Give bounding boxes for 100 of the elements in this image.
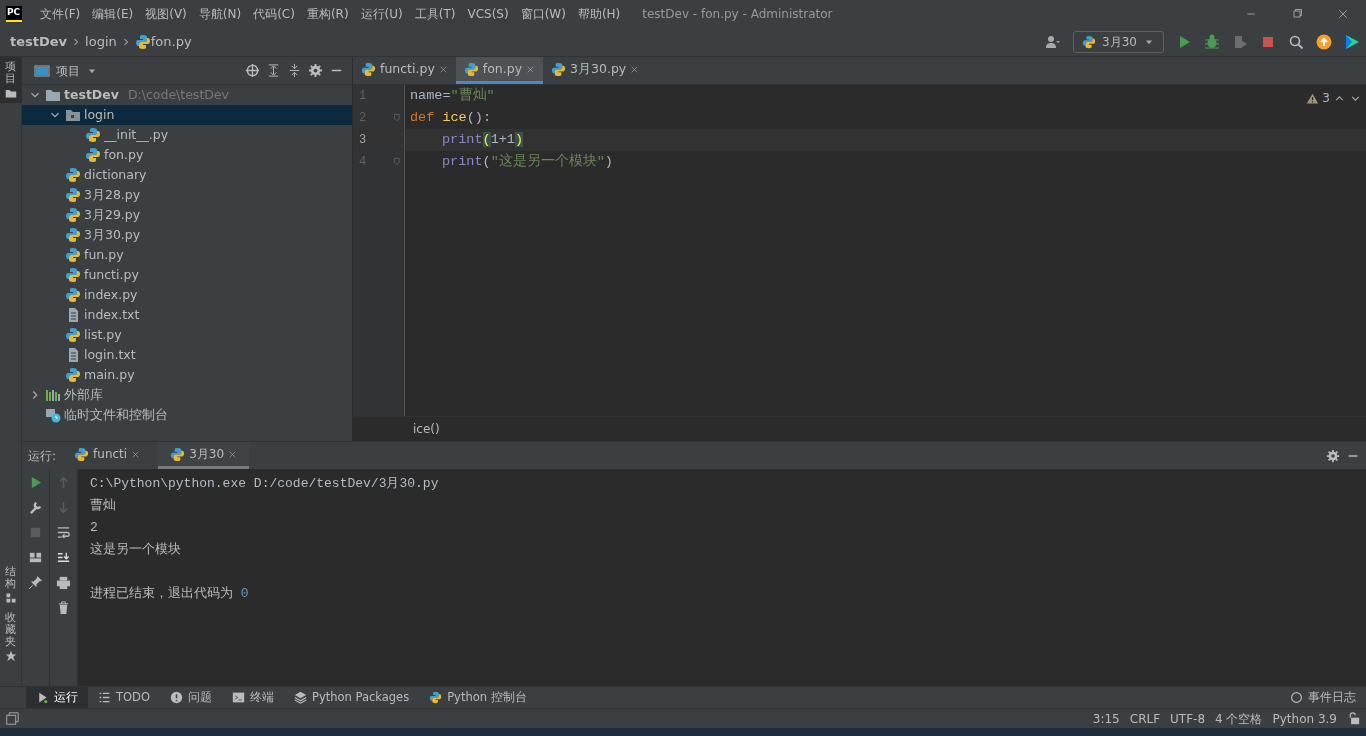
print-icon[interactable] bbox=[56, 575, 71, 590]
tree-item[interactable]: login bbox=[22, 105, 352, 125]
python-file-icon bbox=[65, 367, 81, 383]
python-file-icon bbox=[463, 61, 479, 77]
breadcrumb-item[interactable]: fon.py bbox=[150, 32, 192, 52]
tree-item[interactable]: list.py bbox=[22, 325, 352, 345]
settings-icon[interactable] bbox=[1326, 448, 1340, 463]
tree-item[interactable]: main.py bbox=[22, 365, 352, 385]
side-tool-tab[interactable]: 项目 bbox=[0, 57, 22, 104]
tree-item[interactable]: fun.py bbox=[22, 245, 352, 265]
status-item[interactable]: 3:15 bbox=[1092, 709, 1120, 728]
side-tool-tab[interactable]: 结构 bbox=[0, 561, 22, 608]
trash-icon[interactable] bbox=[56, 600, 71, 615]
tree-item[interactable]: index.txt bbox=[22, 305, 352, 325]
breadcrumb-item[interactable]: login bbox=[85, 32, 117, 52]
stop-icon[interactable] bbox=[1260, 34, 1276, 50]
menu-item[interactable]: 代码(C) bbox=[247, 5, 301, 23]
tree-item[interactable]: 外部库 bbox=[22, 385, 352, 405]
scratch-icon bbox=[45, 407, 61, 423]
run-tab[interactable]: 3月30 bbox=[158, 442, 250, 469]
python-file-icon bbox=[65, 167, 81, 183]
tree-item[interactable]: 3月30.py bbox=[22, 225, 352, 245]
list-icon bbox=[98, 691, 111, 704]
python-file-icon bbox=[65, 247, 81, 263]
locate-icon[interactable] bbox=[245, 63, 260, 78]
code-breadcrumb[interactable]: ice() bbox=[413, 420, 440, 438]
library-icon bbox=[45, 387, 61, 403]
menu-item[interactable]: 窗口(W) bbox=[514, 5, 572, 23]
star-icon bbox=[4, 650, 17, 662]
menu-item[interactable]: 编辑(E) bbox=[86, 5, 140, 23]
app-logo: PC bbox=[6, 6, 22, 22]
status-item[interactable]: CRLF bbox=[1129, 709, 1161, 728]
tree-item[interactable]: testDev D:\code\testDev bbox=[22, 85, 352, 105]
event-log-button[interactable]: 事件日志 bbox=[1280, 686, 1366, 709]
tree-item[interactable]: 3月29.py bbox=[22, 205, 352, 225]
user-icon[interactable] bbox=[1045, 34, 1062, 50]
line-number: 3 bbox=[359, 132, 367, 149]
menu-item[interactable]: 导航(N) bbox=[192, 5, 248, 23]
expand-all-icon[interactable] bbox=[266, 63, 281, 78]
pin-icon[interactable] bbox=[28, 575, 43, 590]
tool-window-tab[interactable]: Python 控制台 bbox=[419, 686, 537, 709]
collapse-all-icon[interactable] bbox=[287, 63, 302, 78]
search-icon[interactable] bbox=[1288, 34, 1304, 50]
menu-item[interactable]: 帮助(H) bbox=[571, 5, 627, 23]
warning-icon bbox=[1306, 91, 1320, 105]
tree-item[interactable]: fon.py bbox=[22, 145, 352, 165]
settings-icon[interactable] bbox=[308, 63, 323, 78]
code-line: print(1+1) bbox=[442, 130, 524, 149]
debug-icon[interactable] bbox=[1204, 34, 1220, 50]
warning-count[interactable]: 3 bbox=[1322, 89, 1330, 107]
tool-window-tab[interactable]: 运行 bbox=[26, 686, 88, 709]
output-line: 曹灿 bbox=[90, 497, 116, 516]
tree-item[interactable]: index.py bbox=[22, 285, 352, 305]
unlock-icon[interactable] bbox=[1347, 712, 1360, 725]
status-item[interactable]: 4 个空格 bbox=[1215, 709, 1263, 728]
menu-item[interactable]: 文件(F) bbox=[34, 5, 87, 23]
tree-item[interactable]: 3月28.py bbox=[22, 185, 352, 205]
tree-item[interactable]: functi.py bbox=[22, 265, 352, 285]
tool-window-tab[interactable]: 终端 bbox=[222, 686, 284, 709]
tree-item[interactable]: 临时文件和控制台 bbox=[22, 405, 352, 425]
toolbox-icon[interactable] bbox=[1344, 34, 1360, 50]
update-icon[interactable] bbox=[1316, 34, 1332, 50]
wrench-icon[interactable] bbox=[28, 500, 43, 515]
tree-item[interactable]: dictionary bbox=[22, 165, 352, 185]
tree-item[interactable]: __init__.py bbox=[22, 125, 352, 145]
close-tab-icon[interactable] bbox=[228, 449, 238, 459]
panel-title[interactable]: 项目 bbox=[56, 61, 80, 80]
editor-tab[interactable]: functi.py bbox=[353, 57, 456, 84]
soft-wrap-icon[interactable] bbox=[56, 525, 71, 540]
tool-window-tab[interactable]: TODO bbox=[88, 686, 160, 709]
close-icon[interactable] bbox=[1337, 8, 1349, 20]
output-line: 进程已结束，退出代码为 0 bbox=[90, 585, 249, 604]
tool-windows-icon[interactable] bbox=[6, 712, 19, 725]
editor-tab[interactable]: 3月30.py bbox=[543, 57, 648, 84]
menu-item[interactable]: VCS(S) bbox=[461, 5, 515, 23]
menu-item[interactable]: 运行(U) bbox=[354, 5, 409, 23]
run-tab[interactable]: functi bbox=[62, 442, 153, 469]
tool-window-tab[interactable]: 问题 bbox=[160, 686, 222, 709]
menu-item[interactable]: 视图(V) bbox=[139, 5, 193, 23]
code-line: print("这是另一个模块") bbox=[442, 152, 613, 171]
run-configuration-dropdown[interactable]: 3月30 bbox=[1073, 31, 1164, 53]
breadcrumb-item[interactable]: testDev bbox=[10, 32, 68, 52]
tree-item[interactable]: login.txt bbox=[22, 345, 352, 365]
close-tab-icon[interactable] bbox=[131, 449, 141, 459]
tool-window-tab[interactable]: Python Packages bbox=[284, 686, 420, 709]
restore-icon[interactable] bbox=[1291, 8, 1303, 20]
layout-icon[interactable] bbox=[28, 550, 43, 565]
editor-tab[interactable]: fon.py bbox=[455, 57, 544, 84]
close-tab-icon[interactable] bbox=[526, 64, 536, 74]
menu-item[interactable]: 重构(R) bbox=[300, 5, 355, 23]
close-tab-icon[interactable] bbox=[630, 64, 640, 74]
status-item[interactable]: Python 3.9 bbox=[1272, 709, 1337, 728]
menu-item[interactable]: 工具(T) bbox=[408, 5, 462, 23]
python-file-icon bbox=[65, 287, 81, 303]
python-file-icon bbox=[551, 61, 567, 77]
python-file-icon bbox=[134, 34, 151, 50]
status-item[interactable]: UTF-8 bbox=[1170, 709, 1206, 728]
scroll-to-end-icon[interactable] bbox=[56, 550, 71, 565]
close-tab-icon[interactable] bbox=[438, 64, 448, 74]
side-tool-tab[interactable]: 收藏夹 bbox=[0, 607, 22, 666]
